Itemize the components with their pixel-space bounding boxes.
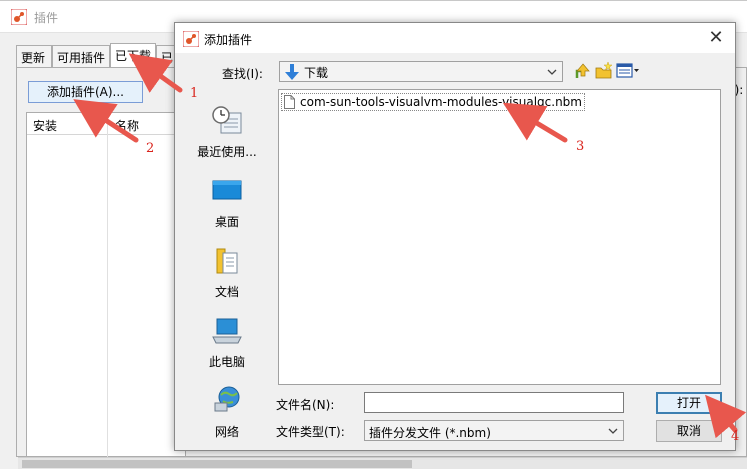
place-label: 此电脑 (208, 355, 245, 369)
file-name-input[interactable] (364, 392, 624, 413)
add-plugin-button[interactable]: 添加插件(A)... (28, 81, 143, 103)
table-header: 安装 名称 (27, 113, 185, 135)
new-folder-icon[interactable] (595, 62, 613, 80)
column-header-name[interactable]: 名称 (115, 117, 139, 134)
scrollbar-thumb[interactable] (22, 460, 412, 468)
file-name-label: 文件名(N): (276, 398, 335, 412)
file-type-dropdown[interactable]: 插件分发文件 (*.nbm) (364, 420, 624, 441)
tab-updates[interactable]: 更新 (16, 45, 52, 67)
chevron-down-icon (547, 69, 557, 75)
look-in-value: 下载 (304, 66, 329, 80)
this-pc-icon (212, 318, 242, 344)
place-this-pc[interactable]: 此电脑 (185, 307, 269, 377)
file-list[interactable]: com-sun-tools-visualvm-modules-visualgc.… (278, 89, 721, 385)
place-recent[interactable]: 最近使用... (185, 97, 269, 167)
look-in-label: 查找(I): (222, 67, 263, 81)
file-name: com-sun-tools-visualvm-modules-visualgc.… (300, 95, 582, 109)
place-label: 文档 (214, 285, 239, 299)
file-list-item[interactable]: com-sun-tools-visualvm-modules-visualgc.… (281, 93, 585, 111)
view-menu-icon[interactable] (616, 63, 640, 79)
file-icon (284, 95, 295, 109)
place-label: 网络 (214, 425, 239, 439)
dialog-titlebar: 添加插件 ✕ (175, 23, 735, 53)
tab-installed-partial[interactable]: 已 (156, 45, 176, 67)
visualvm-app-icon (183, 31, 199, 47)
place-documents[interactable]: 文档 (185, 237, 269, 307)
network-icon (214, 386, 240, 412)
place-network[interactable]: 网络 (185, 377, 269, 447)
download-arrow-icon (285, 64, 299, 80)
chevron-down-icon (608, 428, 618, 434)
tab-downloaded[interactable]: 已下载 (110, 43, 156, 68)
downloaded-plugins-table[interactable]: 安装 名称 (26, 112, 186, 458)
horizontal-scrollbar[interactable] (18, 457, 747, 469)
open-button[interactable]: 打开 (656, 392, 722, 414)
tab-available-plugins[interactable]: 可用插件 (52, 45, 110, 67)
dialog-title: 添加插件 (204, 33, 253, 47)
visualvm-app-icon (11, 9, 27, 25)
look-in-dropdown[interactable]: 下载 (279, 61, 563, 82)
add-plugin-dialog: 添加插件 ✕ 查找(I): 下载 最近使用... 桌面 文档 此电脑 网络 co… (174, 22, 736, 451)
column-header-install[interactable]: 安装 (33, 117, 57, 134)
up-one-level-icon[interactable] (575, 62, 591, 80)
column-divider (107, 113, 108, 458)
place-desktop[interactable]: 桌面 (185, 167, 269, 237)
places-sidebar: 最近使用... 桌面 文档 此电脑 网络 (185, 87, 269, 443)
recent-places-icon (212, 106, 242, 134)
file-type-label: 文件类型(T): (276, 425, 345, 439)
documents-icon (216, 248, 238, 274)
place-label: 桌面 (214, 215, 239, 229)
cancel-button[interactable]: 取消 (656, 420, 722, 442)
file-type-value: 插件分发文件 (*.nbm) (369, 426, 491, 440)
desktop-icon (212, 180, 242, 200)
plugins-window-title: 插件 (34, 11, 59, 25)
close-icon[interactable]: ✕ (705, 27, 727, 49)
place-label: 最近使用... (197, 145, 257, 159)
